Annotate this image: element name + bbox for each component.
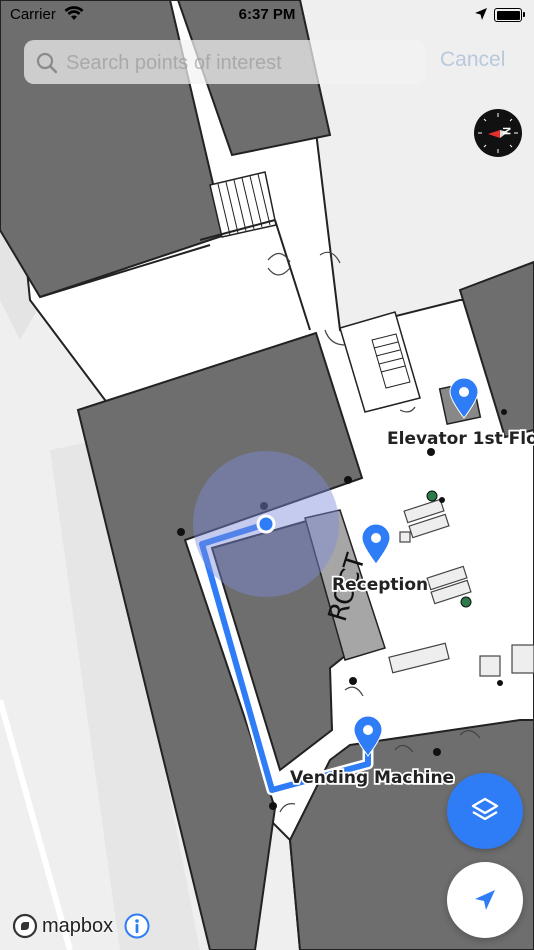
compass-north-label: N [499,127,512,135]
locate-me-button[interactable] [447,862,523,938]
location-arrow-icon [474,7,488,25]
search-icon [36,52,58,79]
user-location-dot [256,514,276,534]
poi-label-elevator: Elevator 1st Floor [387,429,534,449]
mapbox-logo-text: mapbox [42,914,114,937]
status-bar: Carrier 6:37 PM [0,0,534,30]
cancel-button[interactable]: Cancel [440,48,505,72]
battery-icon [494,8,525,22]
layers-button[interactable] [447,773,523,849]
search-bar[interactable] [24,40,426,84]
navigation-arrow-icon [475,890,495,910]
attribution-info-button[interactable] [124,913,150,939]
poi-label-reception: Reception [332,575,428,595]
info-icon [124,913,150,939]
poi-label-vending: Vending Machine [290,768,454,788]
mapbox-logo-icon [12,913,38,939]
layers-icon [471,797,499,821]
compass-icon [478,113,518,153]
clock: 6:37 PM [238,6,296,23]
search-input[interactable] [64,48,418,78]
mapbox-logo: mapbox [12,912,113,940]
compass-button[interactable]: N [474,109,522,157]
